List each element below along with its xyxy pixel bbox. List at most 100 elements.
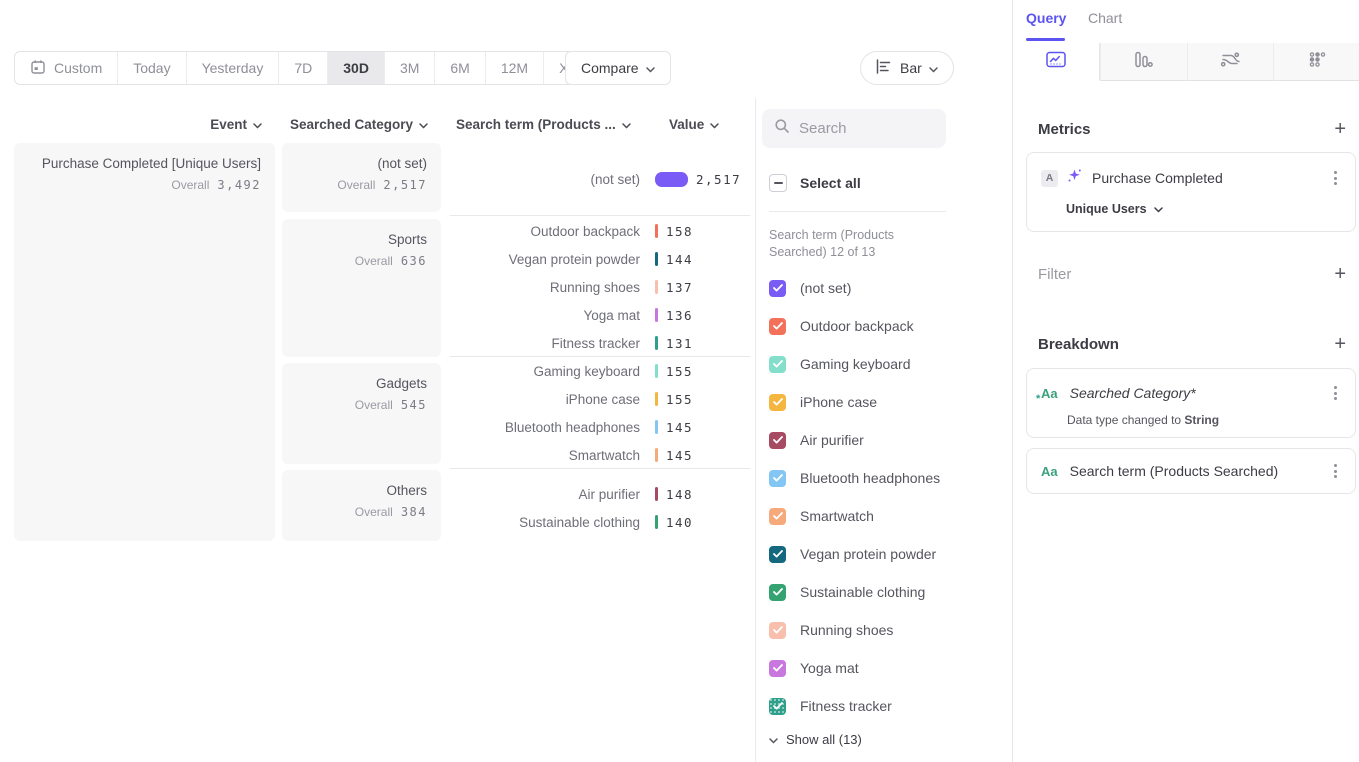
insights-report: Custom Today Yesterday 7D 30D 3M 6M 12M … <box>0 0 1359 762</box>
chevron-down-icon <box>769 732 778 747</box>
legend-item[interactable]: Outdoor backpack <box>769 307 999 345</box>
date-range-12m[interactable]: 12M <box>486 52 544 84</box>
row-group-not-set: (not set) 2,517 <box>450 143 750 215</box>
table-row[interactable]: Gaming keyboard155 <box>450 357 750 385</box>
indeterminate-checkbox-icon <box>769 174 787 192</box>
checked-checkbox-icon <box>769 508 786 525</box>
legend-item[interactable]: Smartwatch <box>769 497 999 535</box>
chevron-down-icon <box>710 117 719 132</box>
legend-item[interactable]: Bluetooth headphones <box>769 459 999 497</box>
legend-item[interactable]: Air purifier <box>769 421 999 459</box>
tab-chart[interactable]: Chart <box>1088 10 1122 26</box>
column-header-search-term[interactable]: Search term (Products ... <box>456 117 631 132</box>
checked-checkbox-icon <box>769 584 786 601</box>
chart-type-button[interactable]: Bar <box>860 51 954 85</box>
date-range-30d[interactable]: 30D <box>328 52 385 84</box>
metric-menu-button[interactable] <box>1330 167 1341 189</box>
report-type-tabs <box>1013 43 1359 81</box>
value-bar <box>655 515 658 529</box>
category-card-not-set[interactable]: (not set) Overall2,517 <box>282 143 441 212</box>
breakdown-menu-button[interactable] <box>1330 382 1341 404</box>
column-header-searched-category[interactable]: Searched Category <box>266 117 428 132</box>
checked-checkbox-icon <box>769 698 786 715</box>
breakdown-card-search-term[interactable]: Aa Search term (Products Searched) <box>1026 448 1356 494</box>
active-tab-underline <box>1026 38 1065 41</box>
table-row[interactable]: Vegan protein powder144 <box>450 245 750 273</box>
legend-item[interactable]: Sustainable clothing <box>769 573 999 611</box>
calendar-icon <box>30 59 46 78</box>
checked-checkbox-icon <box>769 622 786 639</box>
legend-item[interactable]: iPhone case <box>769 383 999 421</box>
table-row[interactable]: Sustainable clothing140 <box>450 508 750 536</box>
date-range-6m[interactable]: 6M <box>435 52 485 84</box>
column-header-event[interactable]: Event <box>14 117 262 132</box>
breakdown-heading: Breakdown <box>1038 336 1119 353</box>
value-bar <box>655 224 658 238</box>
add-metric-button[interactable]: + <box>1334 119 1346 139</box>
chevron-down-icon <box>622 117 631 132</box>
date-range-control: Custom Today Yesterday 7D 30D 3M 6M 12M … <box>14 51 620 85</box>
column-header-value[interactable]: Value <box>669 117 719 132</box>
metric-card[interactable]: A Purchase Completed Unique Users <box>1026 152 1356 232</box>
checked-checkbox-icon <box>769 470 786 487</box>
legend-search[interactable] <box>762 109 946 148</box>
checked-checkbox-icon <box>769 394 786 411</box>
compare-button[interactable]: Compare <box>565 51 671 85</box>
breakdown-property-name: Search term (Products Searched) <box>1070 463 1279 479</box>
category-card-gadgets[interactable]: Gadgets Overall545 <box>282 363 441 464</box>
show-all-link[interactable]: Show all (13) <box>769 732 862 747</box>
aggregation-selector[interactable]: Unique Users <box>1066 202 1341 216</box>
breakdown-menu-button[interactable] <box>1330 460 1341 482</box>
select-all-checkbox[interactable]: Select all <box>769 174 861 192</box>
table-row[interactable]: Yoga mat136 <box>450 301 750 329</box>
table-row[interactable]: Bluetooth headphones145 <box>450 413 750 441</box>
tab-funnels[interactable] <box>1100 43 1187 81</box>
modified-asterisk-icon: * <box>1036 393 1040 405</box>
legend-group-label: Search term (Products Searched) 12 of 13 <box>769 227 944 260</box>
tab-flows[interactable] <box>1187 43 1274 81</box>
chevron-down-icon <box>1154 202 1163 216</box>
table-row[interactable]: Smartwatch145 <box>450 441 750 469</box>
table-row[interactable]: Running shoes137 <box>450 273 750 301</box>
flows-icon <box>1220 51 1240 73</box>
legend-item[interactable]: Fitness tracker <box>769 687 999 725</box>
add-filter-button[interactable]: + <box>1334 264 1346 284</box>
table-row[interactable]: (not set) 2,517 <box>450 165 750 193</box>
date-range-3m[interactable]: 3M <box>385 52 435 84</box>
legend-item[interactable]: Running shoes <box>769 611 999 649</box>
legend-item[interactable]: Gaming keyboard <box>769 345 999 383</box>
breakdown-note: Data type changed to String <box>1067 413 1341 427</box>
tab-insights[interactable] <box>1013 43 1100 81</box>
add-breakdown-button[interactable]: + <box>1334 334 1346 354</box>
retention-icon <box>1309 51 1326 73</box>
tab-retention[interactable] <box>1273 43 1359 81</box>
date-range-custom[interactable]: Custom <box>15 52 118 84</box>
table-row[interactable]: Outdoor backpack158 <box>450 217 750 245</box>
breakdown-card-searched-category[interactable]: Aa* Searched Category* Data type changed… <box>1026 368 1356 438</box>
panel-divider <box>755 98 756 762</box>
date-range-today[interactable]: Today <box>118 52 186 84</box>
legend-item[interactable]: Vegan protein powder <box>769 535 999 573</box>
event-title: Purchase Completed [Unique Users] <box>28 156 261 171</box>
checked-checkbox-icon <box>769 660 786 677</box>
filter-heading: Filter <box>1038 266 1071 283</box>
category-card-sports[interactable]: Sports Overall636 <box>282 219 441 357</box>
legend-item[interactable]: (not set) <box>769 269 999 307</box>
event-card[interactable]: Purchase Completed [Unique Users] Overal… <box>14 143 275 541</box>
category-card-others[interactable]: Others Overall384 <box>282 470 441 541</box>
table-row[interactable]: iPhone case155 <box>450 385 750 413</box>
search-input[interactable] <box>799 120 934 137</box>
table-row[interactable]: Fitness tracker131 <box>450 329 750 357</box>
metric-event-name: Purchase Completed <box>1092 170 1223 186</box>
value-bar <box>655 172 688 187</box>
table-row[interactable]: Air purifier148 <box>450 480 750 508</box>
search-term-rows: (not set) 2,517 Outdoor backpack158 Vega… <box>450 143 750 536</box>
search-icon <box>774 118 790 139</box>
date-range-yesterday[interactable]: Yesterday <box>187 52 280 84</box>
tab-query[interactable]: Query <box>1026 10 1066 26</box>
divider <box>769 211 946 212</box>
legend-item[interactable]: Yoga mat <box>769 649 999 687</box>
date-range-7d[interactable]: 7D <box>279 52 328 84</box>
bar-chart-icon <box>876 59 893 77</box>
overall-value: 3,492 <box>217 178 261 192</box>
